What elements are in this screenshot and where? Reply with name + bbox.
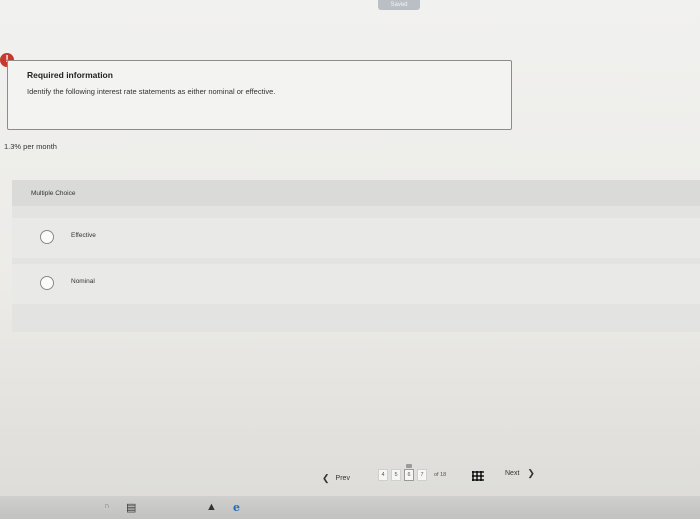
next-button[interactable]: Next ❯ (505, 468, 535, 479)
multiple-choice-panel: Multiple Choice Effective Nominal (12, 180, 700, 332)
page-5[interactable]: 5 (391, 469, 401, 481)
navigation-footer: ❮ Prev 4 5 6 7 of 18 Next ❯ (0, 458, 700, 488)
page-6[interactable]: 6 (404, 464, 414, 481)
option-label-effective: Effective (71, 232, 96, 239)
saved-badge: Saved (378, 0, 420, 10)
file-explorer-icon[interactable]: ∩ (104, 501, 110, 510)
prev-label: Prev (335, 475, 350, 482)
app-icon[interactable]: ▲ (206, 501, 217, 513)
option-nominal[interactable]: Nominal (12, 264, 700, 304)
page-7[interactable]: 7 (417, 469, 427, 481)
taskbar: ∩ ▤ ▲ e (0, 496, 700, 519)
info-title: Required information (27, 70, 113, 80)
page-selector: 4 5 6 7 of 18 (378, 464, 447, 482)
grid-icon[interactable] (472, 471, 484, 481)
multiple-choice-header: Multiple Choice (12, 180, 700, 206)
prev-button[interactable]: ❮ Prev (322, 473, 350, 484)
question-text: 1.3% per month (4, 142, 57, 151)
chevron-left-icon: ❮ (322, 473, 330, 483)
option-effective[interactable]: Effective (12, 218, 700, 258)
page-count: of 18 (434, 472, 447, 478)
option-label-nominal: Nominal (71, 278, 95, 285)
radio-effective[interactable] (40, 230, 54, 244)
edge-icon[interactable]: e (233, 501, 240, 514)
radio-nominal[interactable] (40, 276, 54, 290)
store-icon[interactable]: ▤ (126, 501, 136, 514)
required-information-box: Required information Identify the follow… (7, 60, 512, 130)
page-4[interactable]: 4 (378, 469, 388, 481)
info-text: Identify the following interest rate sta… (27, 87, 276, 96)
multiple-choice-label: Multiple Choice (31, 190, 76, 197)
chevron-right-icon: ❯ (527, 468, 535, 478)
next-label: Next (505, 470, 520, 477)
